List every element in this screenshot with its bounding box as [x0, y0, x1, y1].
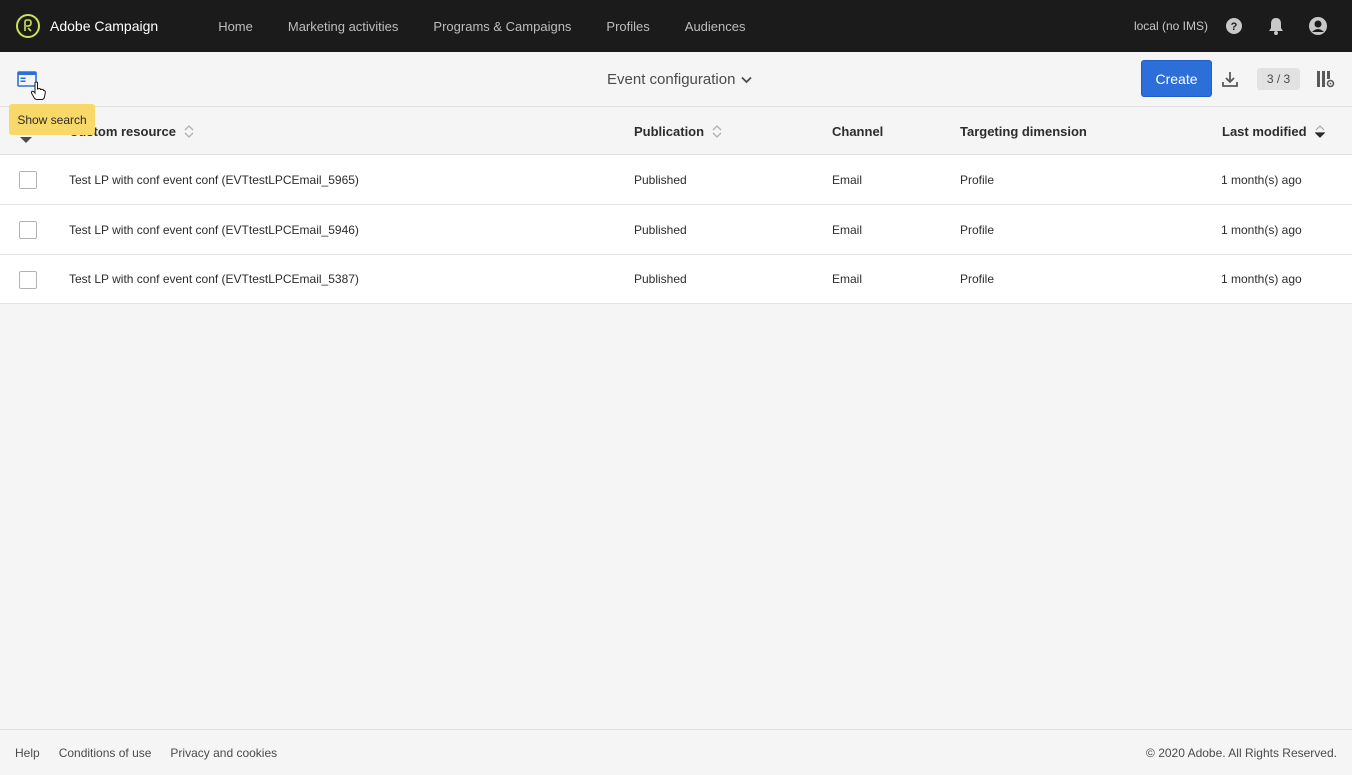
- table-row[interactable]: Test LP with conf event conf (EVTtestLPC…: [0, 255, 1352, 304]
- result-count-badge: 3 / 3: [1257, 68, 1300, 90]
- environment-label[interactable]: local (no IMS): [1134, 19, 1208, 33]
- sort-icon[interactable]: [184, 124, 194, 138]
- cell-channel: Email: [832, 172, 863, 187]
- column-header-last-modified[interactable]: Last modified: [1222, 107, 1325, 155]
- sort-icon[interactable]: [712, 124, 722, 138]
- table-row[interactable]: Test LP with conf event conf (EVTtestLPC…: [0, 155, 1352, 205]
- copyright: © 2020 Adobe. All Rights Reserved.: [1146, 745, 1337, 760]
- cell-publication: Published: [634, 222, 687, 237]
- help-icon[interactable]: ?: [1224, 16, 1244, 36]
- footer-link-help[interactable]: Help: [15, 746, 40, 760]
- table-header: Custom resource Publication Channel Targ…: [0, 107, 1352, 155]
- cell-channel: Email: [832, 272, 863, 286]
- cell-last-modified: 1 month(s) ago: [1221, 172, 1302, 187]
- brand-name: Adobe Campaign: [50, 18, 159, 34]
- view-title: Event configuration: [607, 71, 736, 88]
- row-checkbox[interactable]: [19, 221, 37, 239]
- show-search-icon[interactable]: [17, 71, 37, 87]
- svg-text:?: ?: [1231, 21, 1238, 33]
- event-configuration-table: Custom resource Publication Channel Targ…: [0, 107, 1352, 304]
- cell-targeting-dimension: Profile: [960, 222, 995, 237]
- cell-custom-resource[interactable]: Test LP with conf event conf (EVTtestLPC…: [69, 255, 359, 303]
- main-nav: Home Marketing activities Programs & Cam…: [218, 19, 780, 34]
- show-search-tooltip: Show search: [9, 104, 95, 135]
- top-navigation-bar: Adobe Campaign Home Marketing activities…: [0, 0, 1352, 52]
- nav-item-audiences[interactable]: Audiences: [685, 19, 746, 34]
- brand[interactable]: Adobe Campaign: [16, 14, 158, 38]
- download-icon[interactable]: [1221, 70, 1239, 88]
- cell-last-modified: 1 month(s) ago: [1221, 222, 1302, 237]
- cell-targeting-dimension: Profile: [960, 172, 995, 187]
- create-button[interactable]: Create: [1141, 60, 1212, 97]
- table-row[interactable]: Test LP with conf event conf (EVTtestLPC…: [0, 205, 1352, 255]
- chevron-down-icon: [741, 71, 753, 88]
- nav-item-home[interactable]: Home: [218, 19, 253, 34]
- row-checkbox[interactable]: [19, 271, 37, 289]
- top-right-controls: local (no IMS) ?: [1134, 0, 1352, 52]
- user-avatar-icon[interactable]: [1308, 16, 1328, 36]
- nav-item-marketing-activities[interactable]: Marketing activities: [288, 19, 399, 34]
- bell-icon[interactable]: [1266, 16, 1286, 36]
- adobe-campaign-logo-icon: [16, 14, 40, 38]
- cell-custom-resource[interactable]: Test LP with conf event conf (EVTtestLPC…: [69, 155, 359, 204]
- footer-link-conditions-of-use[interactable]: Conditions of use: [59, 746, 152, 760]
- list-toolbar: Event configuration Create 3 / 3: [0, 52, 1352, 107]
- nav-item-programs-campaigns[interactable]: Programs & Campaigns: [433, 19, 571, 34]
- nav-item-profiles[interactable]: Profiles: [606, 19, 649, 34]
- cell-custom-resource[interactable]: Test LP with conf event conf (EVTtestLPC…: [69, 205, 359, 254]
- view-selector[interactable]: Event configuration: [607, 71, 753, 88]
- column-header-publication[interactable]: Publication: [634, 107, 722, 155]
- column-settings-icon[interactable]: [1316, 70, 1335, 88]
- sort-descending-icon[interactable]: [1314, 124, 1325, 138]
- footer-link-privacy-and-cookies[interactable]: Privacy and cookies: [170, 746, 277, 760]
- column-header-targeting-dimension: Targeting dimension: [960, 123, 1087, 139]
- column-header-channel: Channel: [832, 123, 884, 139]
- row-checkbox[interactable]: [19, 171, 37, 189]
- cell-targeting-dimension: Profile: [960, 272, 995, 286]
- cell-last-modified: 1 month(s) ago: [1221, 272, 1302, 286]
- cell-publication: Published: [634, 272, 687, 286]
- cell-publication: Published: [634, 172, 687, 187]
- footer: Help Conditions of use Privacy and cooki…: [0, 729, 1352, 775]
- cell-channel: Email: [832, 222, 863, 237]
